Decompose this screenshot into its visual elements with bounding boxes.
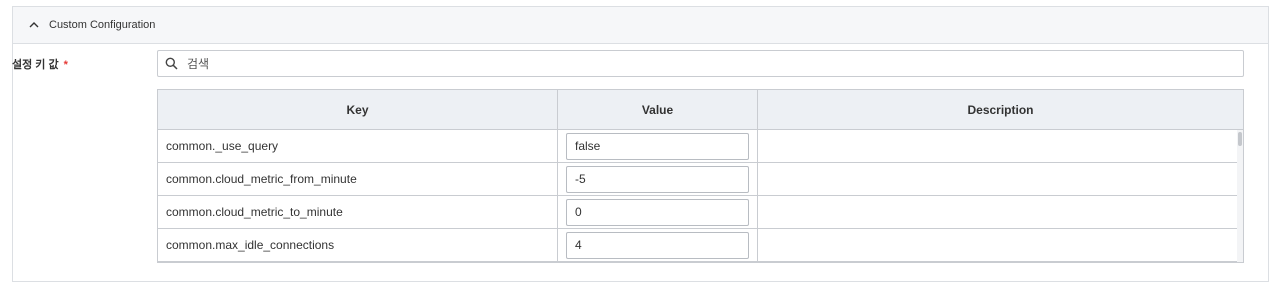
required-mark: * [63,59,68,71]
value-cell [558,130,758,162]
scrollbar-thumb[interactable] [1238,132,1242,146]
table-header: Key Value Description [158,90,1243,130]
table-row: common.max_idle_connections [158,229,1243,262]
description-cell [758,229,1243,261]
value-cell [558,163,758,195]
key-cell: common.max_idle_connections [158,229,558,261]
column-header-value[interactable]: Value [558,90,758,129]
key-cell: common._use_query [158,130,558,162]
value-input[interactable] [566,231,749,259]
table-row: common.cloud_metric_to_minute [158,196,1243,229]
table-scrollbar[interactable] [1237,130,1243,262]
chevron-up-icon[interactable] [24,15,44,35]
description-cell [758,163,1243,195]
value-cell [558,229,758,261]
key-cell: common.cloud_metric_to_minute [158,196,558,228]
panel-header[interactable]: Custom Configuration [13,7,1268,44]
config-key-label: 설정 키 값 * [12,56,68,72]
column-header-description[interactable]: Description [758,90,1243,129]
field-label-text: 설정 키 값 [12,59,59,71]
table-row: common._use_query [158,130,1243,163]
value-input[interactable] [566,198,749,226]
column-header-key[interactable]: Key [158,90,558,129]
value-input[interactable] [566,165,749,193]
table-row: common.cloud_metric_from_minute [158,163,1243,196]
value-input[interactable] [566,132,749,160]
search-input[interactable] [185,55,1229,72]
config-table: Key Value Description common._use_query … [157,89,1244,263]
description-cell [758,196,1243,228]
key-cell: common.cloud_metric_from_minute [158,163,558,195]
value-cell [558,196,758,228]
description-cell [758,130,1243,162]
panel-title: Custom Configuration [49,19,156,31]
search-icon [165,57,179,71]
search-box[interactable] [157,50,1244,77]
